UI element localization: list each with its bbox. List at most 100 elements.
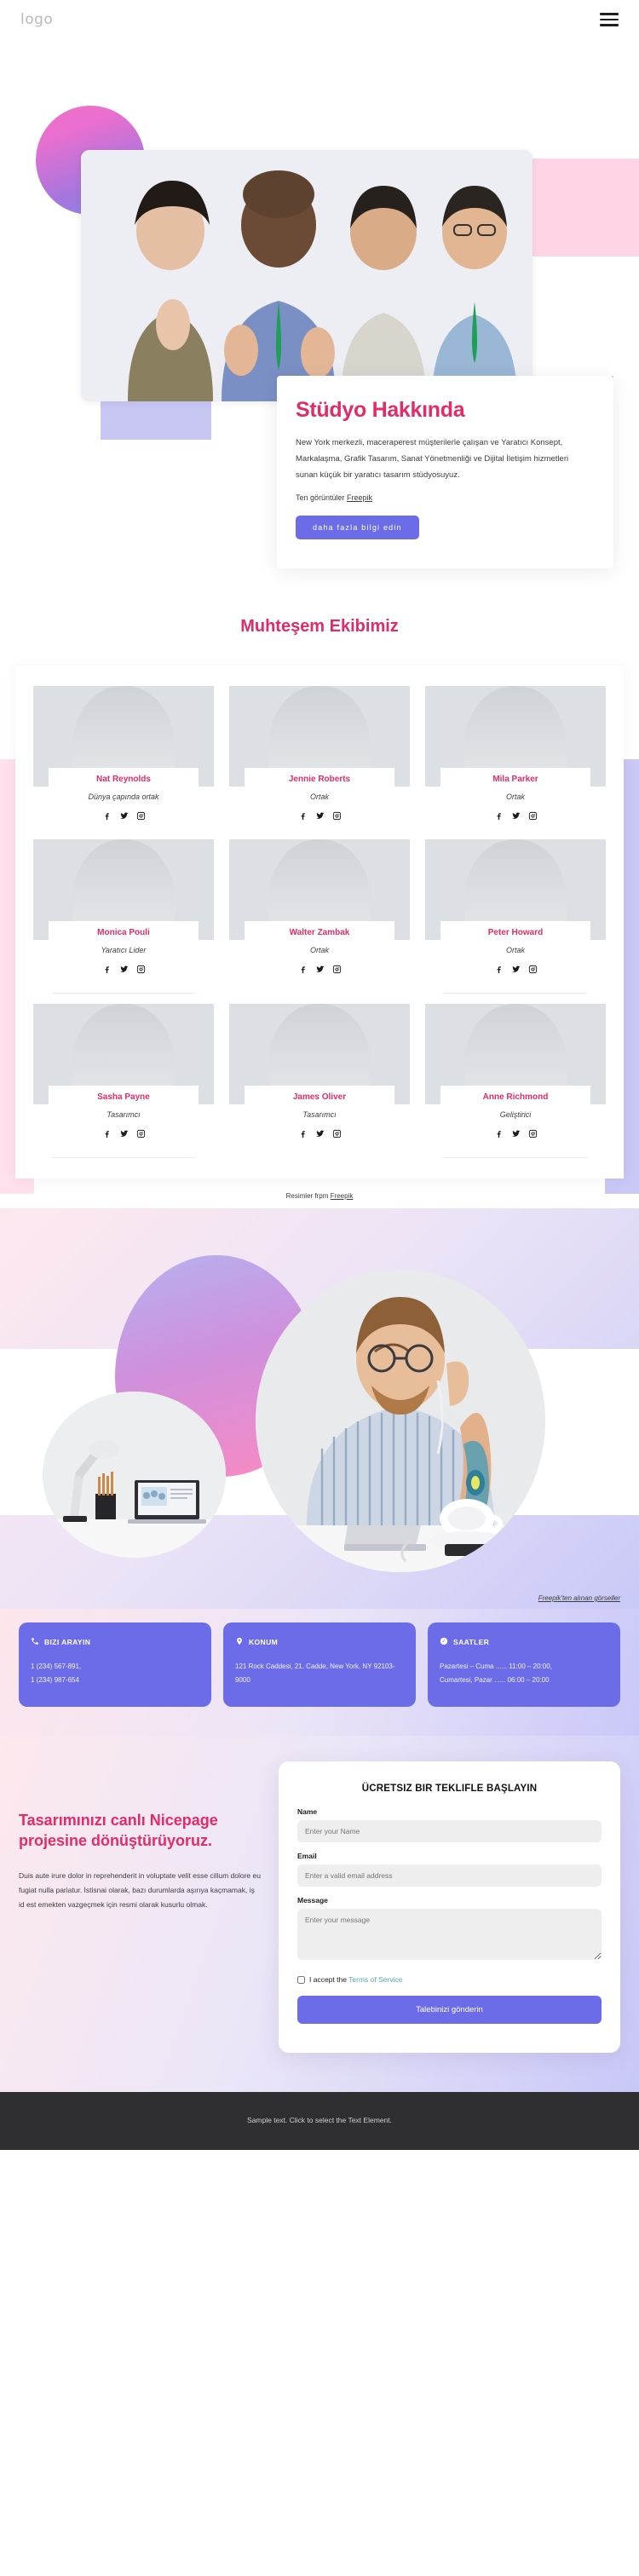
form-title: ÜCRETSIZ BIR TEKLIFLE BAŞLAYIN xyxy=(361,1784,538,1795)
hero-image-credit: Ten görüntüler Freepik xyxy=(296,493,588,502)
team-member-card[interactable]: Walter Zambak Ortak xyxy=(229,839,410,994)
location-pin-icon xyxy=(235,1634,244,1650)
quote-form: ÜCRETSIZ BIR TEKLIFLE BAŞLAYIN Name Emai… xyxy=(279,1761,620,2054)
facebook-icon[interactable] xyxy=(494,1129,504,1138)
twitter-icon[interactable] xyxy=(119,1129,129,1138)
team-row: Nat Reynolds Dünya çapında ortak Jennie … xyxy=(15,676,624,829)
instagram-icon[interactable] xyxy=(332,811,342,821)
twitter-icon[interactable] xyxy=(511,965,521,974)
facebook-icon[interactable] xyxy=(298,1129,308,1138)
facebook-icon[interactable] xyxy=(102,1129,112,1138)
facebook-icon[interactable] xyxy=(102,965,112,974)
member-info: Walter Zambak Ortak xyxy=(245,921,394,983)
member-name: Anne Richmond xyxy=(482,1092,549,1102)
member-social-links xyxy=(248,1129,391,1138)
contact-card-location: KONUM 121 Rock Caddesi, 21. Cadde, New Y… xyxy=(223,1622,416,1708)
instagram-icon[interactable] xyxy=(136,1129,146,1138)
submit-button[interactable]: Talebinizi gönderin xyxy=(297,1996,602,2025)
contact-card-body: 1 (234) 567-891, 1 (234) 987-654 xyxy=(31,1663,82,1684)
message-textarea[interactable] xyxy=(297,1909,602,1961)
twitter-icon[interactable] xyxy=(119,811,129,821)
instagram-icon[interactable] xyxy=(528,811,538,821)
team-member-card[interactable]: Peter Howard Ortak xyxy=(425,839,606,994)
learn-more-button[interactable]: daha fazla bilgi edin xyxy=(296,516,419,539)
twitter-icon[interactable] xyxy=(119,965,129,974)
instagram-icon[interactable] xyxy=(528,1129,538,1138)
hamburger-menu-icon[interactable] xyxy=(600,13,619,26)
team-member-card[interactable]: Monica Pouli Yaratıcı Lider xyxy=(33,839,214,994)
page-root: logo Stüdyo Hakkında New York merkezli, … xyxy=(0,0,639,2151)
team-member-card[interactable]: Sasha Payne Tasarımcı xyxy=(33,1004,214,1158)
member-social-links xyxy=(52,1129,195,1138)
twitter-icon[interactable] xyxy=(315,1129,325,1138)
cta-text-block: Tasarımınızı canlı Nicepage projesine dö… xyxy=(19,1761,262,1912)
site-logo[interactable]: logo xyxy=(20,11,53,28)
member-role: Geliştirici xyxy=(499,1110,532,1119)
terms-checkbox[interactable] xyxy=(297,1975,305,1984)
team-section-title: Muhteşem Ekibimiz xyxy=(240,617,399,636)
hero-credit-link[interactable]: Freepik xyxy=(347,493,372,502)
clock-icon xyxy=(440,1634,448,1650)
facebook-icon[interactable] xyxy=(298,811,308,821)
twitter-icon[interactable] xyxy=(511,811,521,821)
hero-text-card: Stüdyo Hakkında New York merkezli, macer… xyxy=(277,376,613,568)
member-role: Tasarımcı xyxy=(106,1110,141,1119)
member-name: Monica Pouli xyxy=(97,928,150,937)
hero-team-photo xyxy=(81,150,532,401)
instagram-icon[interactable] xyxy=(332,1129,342,1138)
twitter-icon[interactable] xyxy=(315,811,325,821)
team-image-credit: Resimler frpm Freepik xyxy=(0,1179,639,1200)
member-info: Monica Pouli Yaratıcı Lider xyxy=(49,921,199,983)
name-input[interactable] xyxy=(297,1820,602,1843)
team-member-card[interactable]: Jennie Roberts Ortak xyxy=(229,686,410,829)
site-footer: Sample text. Click to select the Text El… xyxy=(0,2092,639,2151)
member-info: Anne Richmond Geliştirici xyxy=(440,1086,590,1147)
contact-card-body: Pazartesi – Cuma ...... 11:00 – 20:00, C… xyxy=(440,1663,552,1684)
decorative-pink-rectangle xyxy=(528,158,639,256)
team-member-card[interactable]: Mila Parker Ortak xyxy=(425,686,606,829)
burger-line xyxy=(600,18,619,21)
email-input[interactable] xyxy=(297,1864,602,1887)
man-at-desk-graphic xyxy=(256,1270,545,1572)
member-social-links xyxy=(444,965,587,974)
member-name: Nat Reynolds xyxy=(96,775,151,784)
hero-photo-graphic xyxy=(81,150,532,401)
showcase-section: Freepik'ten alınan görseller xyxy=(0,1208,639,1609)
member-info: Mila Parker Ortak xyxy=(440,768,590,829)
team-row: Monica Pouli Yaratıcı Lider Walter Zamba… xyxy=(15,829,624,994)
twitter-icon[interactable] xyxy=(511,1129,521,1138)
man-at-desk-image xyxy=(256,1270,545,1572)
instagram-icon[interactable] xyxy=(332,965,342,974)
terms-acceptance-row: I accept the Terms of Service xyxy=(297,1975,602,1984)
contact-card-title: KONUM xyxy=(249,1638,279,1646)
instagram-icon[interactable] xyxy=(136,811,146,821)
facebook-icon[interactable] xyxy=(494,965,504,974)
email-label: Email xyxy=(297,1852,317,1861)
page-title: Stüdyo Hakkında xyxy=(296,398,465,422)
team-member-card[interactable]: Nat Reynolds Dünya çapında ortak xyxy=(33,686,214,829)
team-member-card[interactable]: James Oliver Tasarımcı xyxy=(229,1004,410,1158)
contact-card-title: BIZI ARAYIN xyxy=(44,1638,91,1646)
twitter-icon[interactable] xyxy=(315,965,325,974)
footer-text: Sample text. Click to select the Text El… xyxy=(247,2116,392,2125)
terms-of-service-link[interactable]: Terms of Service xyxy=(348,1975,402,1984)
instagram-icon[interactable] xyxy=(136,965,146,974)
cta-form-section: Tasarımınızı canlı Nicepage projesine dö… xyxy=(0,1736,639,2093)
site-header: logo xyxy=(0,0,639,39)
member-social-links xyxy=(444,1129,587,1138)
hero-paragraph: New York merkezli, maceraperest müşteril… xyxy=(296,438,569,480)
member-name: Peter Howard xyxy=(487,928,544,937)
member-social-links xyxy=(52,811,195,821)
facebook-icon[interactable] xyxy=(102,811,112,821)
member-social-links xyxy=(52,965,195,974)
contact-card-header: BIZI ARAYIN xyxy=(31,1634,199,1650)
team-credit-link[interactable]: Freepik xyxy=(331,1192,354,1200)
facebook-icon[interactable] xyxy=(298,965,308,974)
instagram-icon[interactable] xyxy=(528,965,538,974)
showcase-credit-link[interactable]: Freepik'ten alınan görseller xyxy=(538,1594,620,1602)
hero-credit-text: Ten görüntüler xyxy=(296,493,348,502)
member-role: Ortak xyxy=(309,946,329,954)
message-label: Message xyxy=(297,1896,328,1905)
facebook-icon[interactable] xyxy=(494,811,504,821)
team-member-card[interactable]: Anne Richmond Geliştirici xyxy=(425,1004,606,1158)
